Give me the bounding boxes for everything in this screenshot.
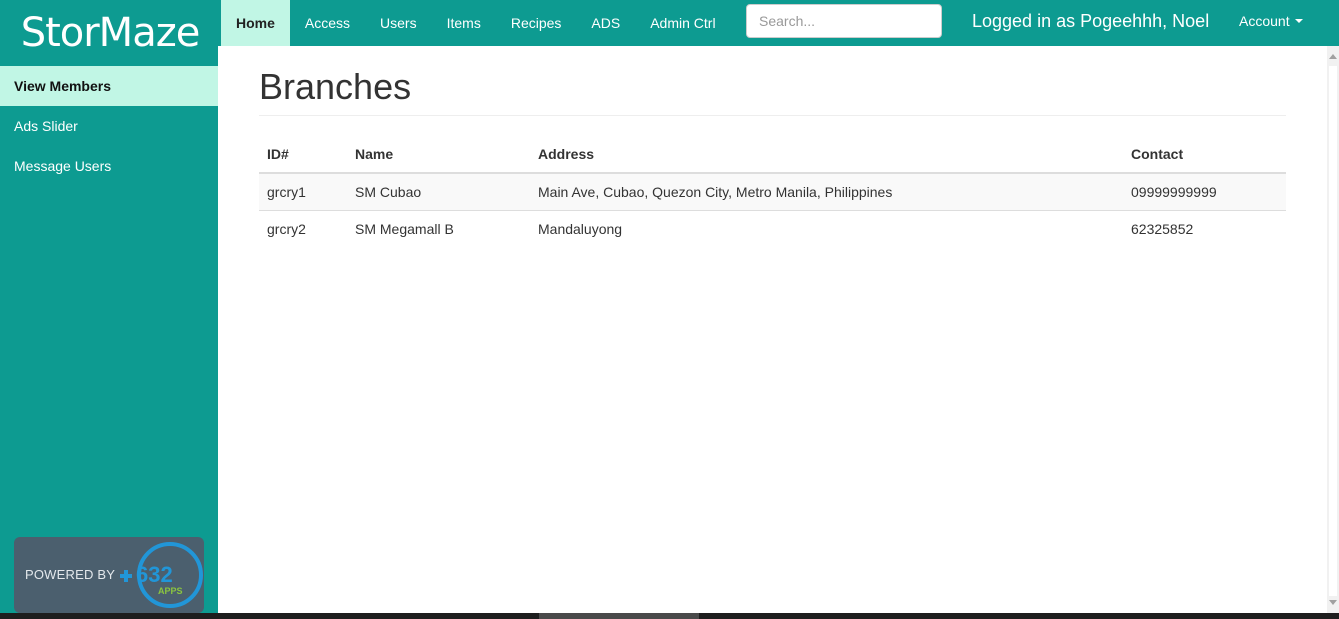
- vertical-scrollbar[interactable]: [1327, 46, 1339, 613]
- account-label: Account: [1239, 13, 1290, 29]
- column-header-id: ID#: [259, 136, 347, 174]
- cell-contact: 62325852: [1123, 209, 1286, 247]
- nav-items[interactable]: Items: [432, 0, 496, 46]
- nav-admin-ctrl[interactable]: Admin Ctrl: [635, 0, 730, 46]
- cell-address: Mandaluyong: [530, 209, 1123, 247]
- taskbar-strip: [0, 613, 1339, 619]
- account-dropdown[interactable]: Account: [1224, 0, 1318, 42]
- caret-down-icon: [1294, 19, 1303, 23]
- sidebar-item-view-members[interactable]: View Members: [0, 66, 218, 106]
- column-header-address: Address: [530, 136, 1123, 174]
- scroll-up-icon[interactable]: [1329, 54, 1337, 59]
- cell-contact: 09999999999: [1123, 172, 1286, 210]
- cell-id: grcry1: [259, 172, 347, 210]
- powered-by-badge: POWERED BY 632 APPS: [14, 537, 204, 613]
- table-row[interactable]: grcry1 SM Cubao Main Ave, Cubao, Quezon …: [259, 172, 1286, 210]
- column-header-name: Name: [347, 136, 530, 174]
- column-header-contact: Contact: [1123, 136, 1286, 174]
- cell-id: grcry2: [259, 209, 347, 247]
- nav-users[interactable]: Users: [365, 0, 432, 46]
- logo-sub: APPS: [158, 586, 183, 596]
- search-input[interactable]: [746, 4, 942, 38]
- brand-name: StorMaze: [20, 10, 201, 56]
- scroll-down-icon[interactable]: [1329, 600, 1337, 605]
- cell-name: SM Cubao: [347, 172, 530, 210]
- scrollbar-thumb[interactable]: [1329, 66, 1337, 596]
- nav-ads[interactable]: ADS: [576, 0, 635, 46]
- sidebar-item-ads-slider[interactable]: Ads Slider: [0, 106, 218, 146]
- table-header-row: ID# Name Address Contact: [259, 136, 1286, 174]
- main-content: Branches ID# Name Address Contact grcry1…: [218, 46, 1327, 613]
- branches-table: ID# Name Address Contact grcry1 SM Cubao…: [259, 136, 1286, 247]
- title-divider: [259, 115, 1286, 116]
- sidebar-item-message-users[interactable]: Message Users: [0, 146, 218, 186]
- taskbar-segment: [539, 613, 699, 619]
- logo-number: 632: [136, 562, 173, 587]
- nav-access[interactable]: Access: [290, 0, 365, 46]
- cell-name: SM Megamall B: [347, 209, 530, 247]
- table-row[interactable]: grcry2 SM Megamall B Mandaluyong 6232585…: [259, 209, 1286, 247]
- powered-by-text: POWERED BY: [25, 567, 116, 582]
- nav-home[interactable]: Home: [221, 0, 290, 46]
- cell-address: Main Ave, Cubao, Quezon City, Metro Mani…: [530, 172, 1123, 210]
- main-nav: Home Access Users Items Recipes ADS Admi…: [221, 0, 731, 46]
- nav-recipes[interactable]: Recipes: [496, 0, 577, 46]
- page-title: Branches: [259, 66, 412, 107]
- 632-apps-logo-icon: 632 APPS: [120, 542, 203, 608]
- brand-logo[interactable]: StorMaze: [0, 0, 220, 66]
- logged-in-status: Logged in as Pogeehhh, Noel: [972, 10, 1210, 31]
- sidebar: View Members Ads Slider Message Users PO…: [0, 66, 218, 613]
